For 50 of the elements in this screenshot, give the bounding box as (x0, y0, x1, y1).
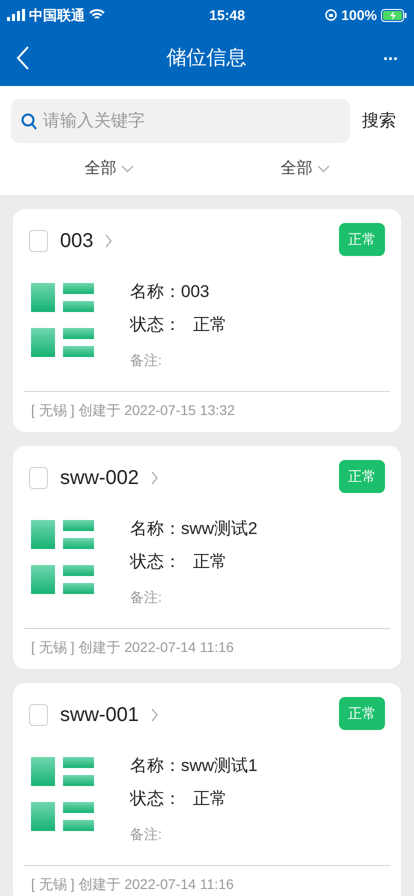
storage-card[interactable]: sww-001 正常 名称：sww测试1 状态： 正常 备注: [ 无锡 ] 创建于 2022-07-14 11:16 (13, 683, 401, 896)
storage-code: 003 (60, 229, 94, 254)
search-field[interactable]: 请输入关键字 (11, 99, 350, 143)
created-text: [ 无锡 ] 创建于 2022-07-14 11:16 (31, 875, 235, 894)
battery-percent: 100% (341, 6, 377, 24)
grid-list-icon (31, 520, 95, 594)
chevron-right-icon (150, 471, 158, 485)
back-button[interactable] (16, 44, 30, 72)
filter-dropdown[interactable]: 全部 (280, 157, 330, 181)
storage-code: sww-002 (60, 466, 139, 491)
name-text: 名称：003 (130, 281, 210, 303)
checkbox[interactable] (29, 704, 48, 726)
status-label: 状态： (130, 788, 181, 810)
created-text: [ 无锡 ] 创建于 2022-07-15 13:32 (31, 401, 236, 420)
wifi-icon (89, 9, 105, 21)
status-value: 正常 (193, 788, 227, 810)
filter-dropdown[interactable]: 全部 (84, 157, 134, 181)
storage-card[interactable]: 003 正常 名称：003 状态： 正常 备注: [ 无锡 ] 创建于 2022-07-15 13:32 (13, 209, 401, 432)
remark-label: 备注: (130, 825, 163, 844)
status-badge: 正常 (339, 696, 385, 730)
more-button[interactable]: ... (382, 45, 398, 71)
search-button[interactable]: 搜索 (362, 108, 403, 134)
signal-icon (7, 9, 25, 21)
remark-label: 备注: (130, 351, 163, 370)
checkbox[interactable] (29, 230, 48, 252)
battery-charging-icon (381, 8, 407, 22)
grid-list-icon (31, 283, 95, 357)
name-text: 名称：sww测试1 (130, 755, 258, 777)
chevron-right-icon (150, 708, 158, 722)
checkbox[interactable] (29, 467, 48, 489)
rotation-lock-icon (325, 9, 338, 21)
storage-code: sww-001 (60, 703, 139, 728)
status-badge: 正常 (339, 222, 385, 256)
name-text: 名称：sww测试2 (130, 518, 258, 540)
status-label: 状态： (130, 551, 181, 573)
clock-text: 15:48 (209, 6, 245, 24)
chevron-down-icon (316, 165, 330, 173)
chevron-down-icon (120, 165, 134, 173)
status-label: 状态： (130, 314, 181, 336)
carrier-text: 中国联通 (29, 6, 85, 24)
chevron-right-icon (105, 234, 112, 248)
status-value: 正常 (193, 314, 227, 336)
created-text: [ 无锡 ] 创建于 2022-07-14 11:16 (31, 638, 235, 657)
page-title: 储位信息 (166, 46, 246, 71)
remark-label: 备注: (130, 588, 163, 607)
status-badge: 正常 (339, 460, 385, 492)
storage-card[interactable]: sww-002 正常 名称：sww测试2 状态： 正常 备注: [ 无锡 ] 创建于 2022-07-14 11:16 (13, 446, 401, 669)
status-value: 正常 (193, 551, 227, 573)
grid-list-icon (31, 757, 95, 831)
search-icon (21, 113, 37, 130)
